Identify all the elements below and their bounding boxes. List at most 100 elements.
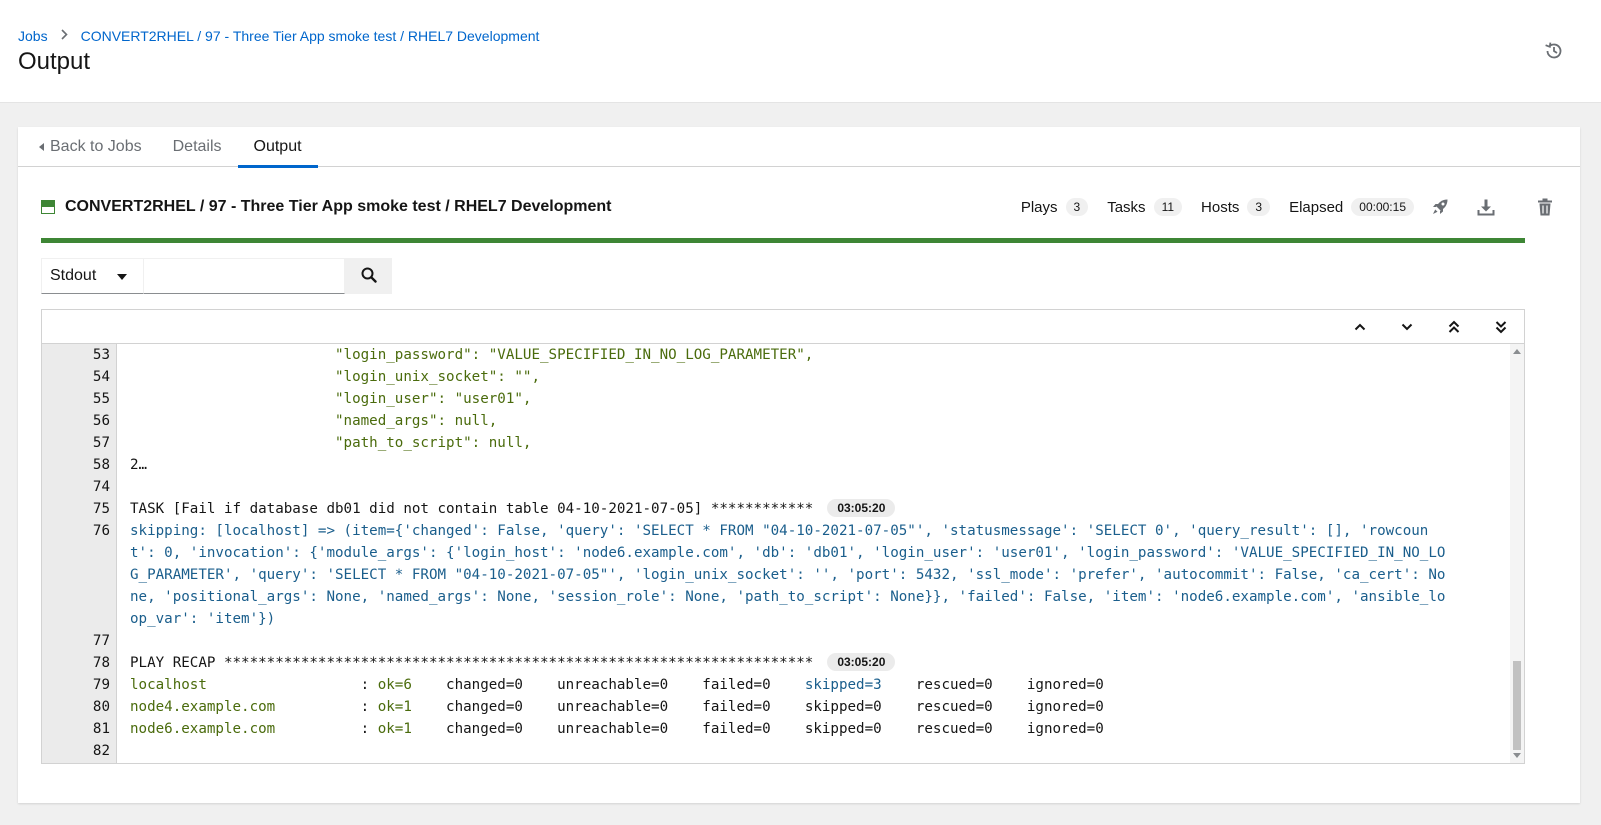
caret-left-icon (39, 143, 44, 151)
log-content: "named_args": null, (130, 413, 498, 429)
job-output-panel: 53 "login_password": "VALUE_SPECIFIED_IN… (41, 309, 1525, 764)
angle-up-icon[interactable] (1336, 310, 1383, 344)
recap-host: node6.example.com (130, 721, 361, 737)
log-content: t': 0, 'invocation': {'module_args': {'l… (130, 545, 1446, 561)
log-text: "login_user": "user01", (130, 388, 531, 410)
line-number: 57 (92, 435, 110, 451)
elapsed-label: Elapsed (1289, 198, 1344, 216)
log-text: "login_password": "VALUE_SPECIFIED_IN_NO… (130, 344, 813, 366)
recap-skipped: skipped=0 (804, 721, 882, 737)
angle-down-icon[interactable] (1383, 310, 1430, 344)
log-text: "path_to_script": null, (130, 432, 531, 454)
log-text: PLAY RECAP *****************************… (130, 652, 896, 674)
output-toolbar (42, 310, 1524, 344)
search-bar: Stdout (41, 258, 392, 294)
hosts-count-badge: 3 (1247, 198, 1271, 216)
breadcrumb-jobs-link[interactable]: Jobs (18, 28, 48, 44)
caret-down-icon (117, 274, 127, 280)
tab-back-to-jobs[interactable]: Back to Jobs (18, 127, 157, 167)
job-counts: Plays 3 Tasks 11 Hosts 3 Elapsed 00:00:1… (1021, 192, 1557, 222)
job-title: CONVERT2RHEL / 97 - Three Tier App smoke… (65, 198, 612, 215)
log-content: G_PARAMETER', 'query': 'SELECT * FROM "0… (130, 567, 1446, 583)
log-text: localhost : ok=6 changed=0 unreachable=0… (130, 677, 1104, 693)
log-text: node4.example.com : ok=1 changed=0 unrea… (130, 699, 1104, 715)
search-button[interactable] (345, 258, 392, 294)
recap-counts-tail: rescued=0 ignored=0 (881, 699, 1104, 715)
log-content: TASK [Fail if database db01 did not cont… (130, 501, 814, 517)
tab-bar: Back to Jobs Details Output (18, 127, 1580, 168)
line-number: 78 (92, 655, 110, 671)
job-status-success-icon (41, 200, 55, 214)
angle-double-down-icon[interactable] (1477, 310, 1524, 344)
recap-counts: changed=0 unreachable=0 failed=0 (411, 677, 805, 693)
line-number: 79 (92, 677, 110, 693)
log-text: t': 0, 'invocation': {'module_args': {'l… (130, 542, 1445, 564)
trash-icon[interactable] (1533, 195, 1557, 219)
line-number: 77 (92, 633, 110, 649)
log-text: 2… (130, 454, 147, 476)
log-content: "login_password": "VALUE_SPECIFIED_IN_NO… (130, 347, 814, 363)
log-content: "login_unix_socket": "", (130, 369, 540, 385)
output-nav-buttons (1336, 310, 1524, 344)
log-content: 2… (130, 457, 148, 473)
recap-counts: changed=0 unreachable=0 failed=0 (411, 721, 805, 737)
job-progress-fill (41, 238, 1525, 243)
log-text: TASK [Fail if database db01 did not cont… (130, 498, 896, 520)
plays-label: Plays (1020, 198, 1058, 216)
line-number: 53 (92, 347, 110, 363)
line-number: 82 (92, 743, 110, 759)
recap-host: localhost (130, 677, 361, 693)
job-progress-bar (41, 238, 1525, 243)
timestamp-badge: 03:05:20 (827, 653, 896, 671)
line-number: 75 (92, 501, 110, 517)
rocket-icon[interactable] (1428, 195, 1452, 219)
line-number: 80 (92, 699, 110, 715)
search-field-select[interactable]: Stdout (41, 258, 144, 294)
page-title: Output (18, 48, 91, 75)
output-scrollbar[interactable] (1510, 344, 1524, 763)
scroll-up-arrow[interactable] (1513, 349, 1521, 354)
scroll-down-arrow[interactable] (1513, 753, 1521, 758)
tasks-label: Tasks (1107, 198, 1146, 216)
log-text: ne, 'positional_args': None, 'named_args… (130, 586, 1445, 608)
recap-counts-tail: rescued=0 ignored=0 (881, 677, 1104, 693)
output-log: 53 "login_password": "VALUE_SPECIFIED_IN… (42, 344, 1524, 763)
log-text: G_PARAMETER', 'query': 'SELECT * FROM "0… (130, 564, 1445, 586)
download-icon[interactable] (1474, 195, 1498, 219)
log-text: skipping: [localhost] => (item={'changed… (130, 520, 1428, 542)
recap-skipped: skipped=0 (804, 699, 882, 715)
plays-count-badge: 3 (1065, 198, 1089, 216)
line-number: 55 (92, 391, 110, 407)
recap-ok: ok=6 (377, 677, 412, 693)
log-content: skipping: [localhost] => (item={'changed… (130, 523, 1429, 539)
search-icon (361, 267, 377, 286)
line-number: 58 (92, 457, 110, 473)
log-content: "path_to_script": null, (130, 435, 532, 451)
tab-details[interactable]: Details (157, 127, 238, 167)
recap-ok: ok=1 (377, 699, 412, 715)
tab-back-label: Back to Jobs (50, 138, 142, 155)
line-number: 74 (92, 479, 110, 495)
job-output-card: Back to Jobs Details Output CONVERT2RHEL… (18, 127, 1580, 803)
timestamp-badge: 03:05:20 (827, 499, 896, 517)
breadcrumb-job-link[interactable]: CONVERT2RHEL / 97 - Three Tier App smoke… (81, 28, 540, 44)
log-text: "login_unix_socket": "", (130, 366, 540, 388)
log-content: PLAY RECAP *****************************… (130, 655, 814, 671)
log-text: op_var': 'item'}) (130, 608, 275, 630)
search-input[interactable] (144, 258, 345, 294)
angle-double-up-icon[interactable] (1430, 310, 1477, 344)
job-header: CONVERT2RHEL / 97 - Three Tier App smoke… (41, 192, 1557, 222)
search-field-select-value: Stdout (50, 267, 97, 284)
breadcrumb: Jobs CONVERT2RHEL / 97 - Three Tier App … (18, 28, 539, 44)
line-number: 81 (92, 721, 110, 737)
scroll-thumb[interactable] (1513, 661, 1521, 750)
page-header: Jobs CONVERT2RHEL / 97 - Three Tier App … (0, 0, 1601, 103)
chevron-right-icon (61, 29, 68, 43)
elapsed-time-badge: 00:00:15 (1351, 198, 1414, 216)
recap-counts: changed=0 unreachable=0 failed=0 (411, 699, 805, 715)
tab-output[interactable]: Output (237, 127, 318, 168)
history-icon[interactable] (1543, 40, 1565, 62)
log-content: "login_user": "user01", (130, 391, 532, 407)
recap-ok: ok=1 (377, 721, 412, 737)
line-number: 54 (92, 369, 110, 385)
